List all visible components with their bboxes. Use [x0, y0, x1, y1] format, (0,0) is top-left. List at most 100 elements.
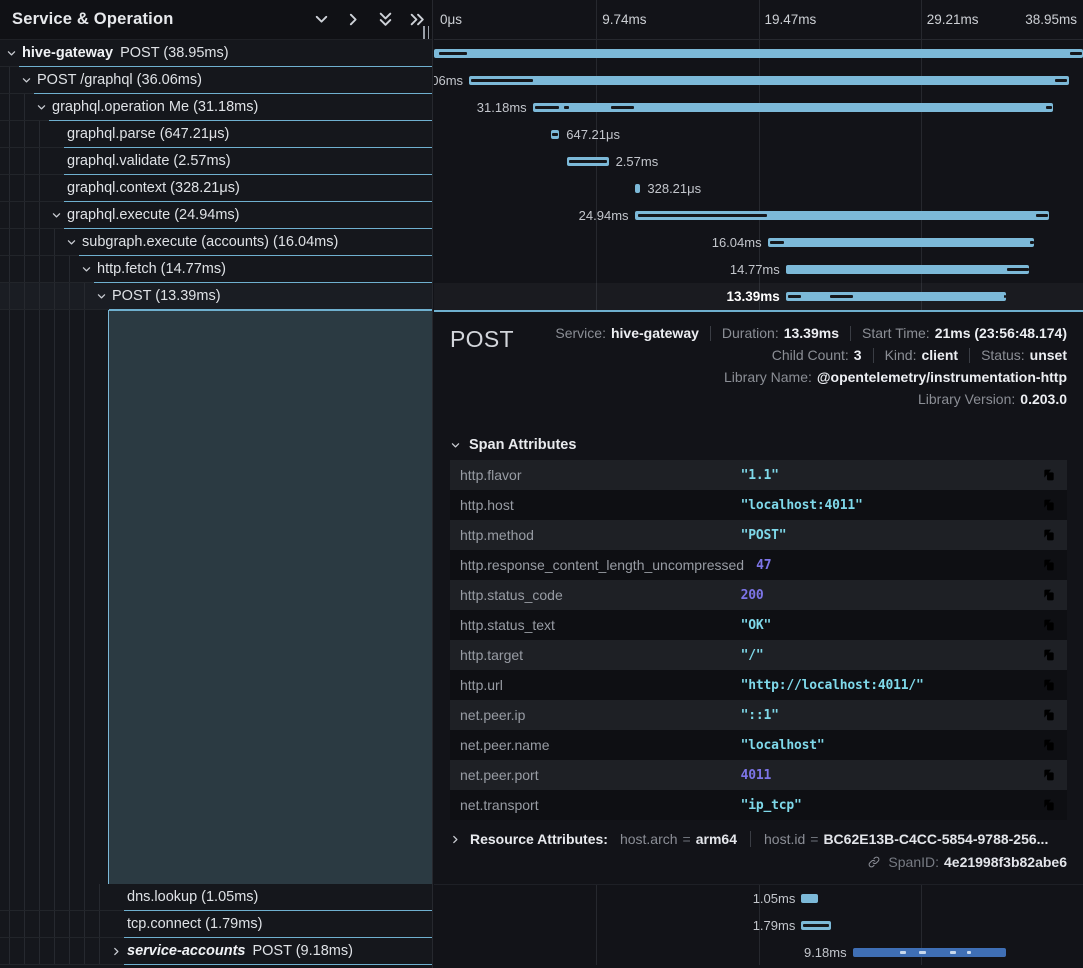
span-bar[interactable] [635, 184, 641, 193]
span-bar[interactable] [801, 894, 818, 903]
span-bar[interactable] [434, 49, 1083, 58]
chevron-down-icon[interactable] [66, 237, 77, 248]
indent-guide [9, 94, 10, 121]
attribute-key: http.method [460, 527, 741, 543]
span-bar[interactable] [786, 265, 1029, 274]
indent-guide [24, 94, 25, 121]
span-name: subgraph.execute (accounts) (16.04ms) [82, 234, 338, 250]
indent-guide [39, 310, 40, 884]
chevrons-down-icon[interactable] [377, 11, 394, 28]
indent-guide [54, 938, 55, 965]
row-underline [124, 964, 432, 965]
chevron-right-icon[interactable] [111, 946, 122, 957]
tree-row[interactable]: graphql.execute (24.94ms) [0, 202, 432, 229]
indent-guide [69, 283, 70, 310]
span-name: service-accountsPOST (9.18ms) [127, 943, 353, 959]
tree-row[interactable]: graphql.context (328.21μs) [0, 175, 432, 202]
meta-divider [873, 348, 874, 363]
attribute-row: http.target"/" [450, 640, 1067, 670]
copy-button[interactable] [1041, 677, 1057, 693]
service-name: service-accounts [127, 943, 245, 959]
tree-row[interactable]: dns.lookup (1.05ms) [0, 884, 432, 911]
resource-value: BC62E13B-C4CC-5854-9788-256... [823, 831, 1048, 847]
child-span-stripe [1070, 52, 1082, 55]
copy-button[interactable] [1041, 497, 1057, 513]
tree-row[interactable]: subgraph.execute (accounts) (16.04ms) [0, 229, 432, 256]
indent-guide [54, 884, 55, 911]
tree-row[interactable]: POST /graphql (36.06ms) [0, 67, 432, 94]
span-attributes-header[interactable]: Span Attributes [450, 437, 1067, 453]
indent-guide [9, 911, 10, 938]
timeline-row: 2.57ms [434, 148, 1083, 175]
indent-guide [39, 175, 40, 202]
span-attributes-title: Span Attributes [469, 437, 576, 453]
copy-button[interactable] [1041, 467, 1057, 483]
meta-label: Service: [555, 325, 606, 341]
span-id-row: SpanID: 4e21998f3b82abe6 [450, 854, 1067, 870]
indent-guide [69, 884, 70, 911]
chevron-down-icon[interactable] [36, 102, 47, 113]
span-bar[interactable] [786, 292, 1007, 301]
span-duration-label: 1.79ms [753, 912, 796, 939]
span-name: graphql.validate (2.57ms) [67, 153, 231, 169]
chevron-down-icon[interactable] [81, 264, 92, 275]
tree-row[interactable]: service-accountsPOST (9.18ms) [0, 938, 432, 965]
span-duration-label: 13.39ms [726, 283, 779, 310]
child-span-stripe [564, 106, 569, 109]
indent-guide [24, 911, 25, 938]
chevron-down-icon[interactable] [6, 48, 17, 59]
chevron-right-icon[interactable] [345, 11, 362, 28]
child-span-stripe [1055, 79, 1067, 82]
tree-row[interactable]: hive-gatewayPOST (38.95ms) [0, 40, 432, 67]
copy-button[interactable] [1041, 737, 1057, 753]
timeline-row: 16.04ms [434, 229, 1083, 256]
chevron-down-icon[interactable] [96, 291, 107, 302]
attribute-value: 200 [741, 588, 1031, 603]
link-icon[interactable] [867, 855, 881, 869]
selected-span-highlight[interactable] [108, 310, 432, 884]
resource-attributes-row[interactable]: Resource Attributes: host.arch=arm64host… [450, 831, 1067, 847]
tree-row[interactable]: http.fetch (14.77ms) [0, 256, 432, 283]
copy-button[interactable] [1041, 527, 1057, 543]
operation-name: tcp.connect (1.79ms) [127, 916, 262, 932]
operation-name: graphql.validate (2.57ms) [67, 153, 231, 169]
span-meta-line: Library Version:0.203.0 [918, 388, 1067, 410]
tree-row[interactable]: POST (13.39ms) [0, 283, 432, 310]
span-name: graphql.context (328.21μs) [67, 180, 240, 196]
chevron-down-icon[interactable] [313, 11, 330, 28]
tree-row[interactable]: graphql.operation Me (31.18ms) [0, 94, 432, 121]
indent-guide [24, 148, 25, 175]
meta-value: hive-gateway [611, 325, 699, 341]
tree-row[interactable]: graphql.validate (2.57ms) [0, 148, 432, 175]
tree-row[interactable]: graphql.parse (647.21μs) [0, 121, 432, 148]
tree-row[interactable]: tcp.connect (1.79ms) [0, 911, 432, 938]
timeline-row: 31.18ms [434, 94, 1083, 121]
attribute-row: net.peer.name"localhost" [450, 730, 1067, 760]
attribute-value: "http://localhost:4011/" [741, 678, 1031, 693]
copy-button[interactable] [1041, 647, 1057, 663]
chevron-down-icon[interactable] [51, 210, 62, 221]
copy-button[interactable] [1041, 557, 1057, 573]
timeline-row: 36.06ms [434, 67, 1083, 94]
indent-guide [54, 310, 55, 884]
panel-resize-handle[interactable] [421, 26, 431, 39]
equals-sign: = [683, 831, 691, 847]
span-bar[interactable] [469, 76, 1069, 85]
copy-button[interactable] [1041, 587, 1057, 603]
indent-guide [24, 121, 25, 148]
child-span-stripe [471, 79, 533, 82]
child-span-stripe [1004, 295, 1007, 298]
span-bar[interactable] [853, 948, 1007, 957]
copy-button[interactable] [1041, 797, 1057, 813]
attribute-value: "localhost:4011" [741, 498, 1031, 513]
indent-guide [99, 911, 100, 938]
copy-button[interactable] [1041, 617, 1057, 633]
indent-guide [54, 256, 55, 283]
child-span-stripe [1046, 106, 1052, 109]
copy-button[interactable] [1041, 767, 1057, 783]
copy-button[interactable] [1041, 707, 1057, 723]
span-name: graphql.execute (24.94ms) [67, 207, 240, 223]
attribute-value: "ip_tcp" [741, 798, 1031, 813]
chevron-down-icon[interactable] [21, 75, 32, 86]
span-bar[interactable] [768, 238, 1034, 247]
